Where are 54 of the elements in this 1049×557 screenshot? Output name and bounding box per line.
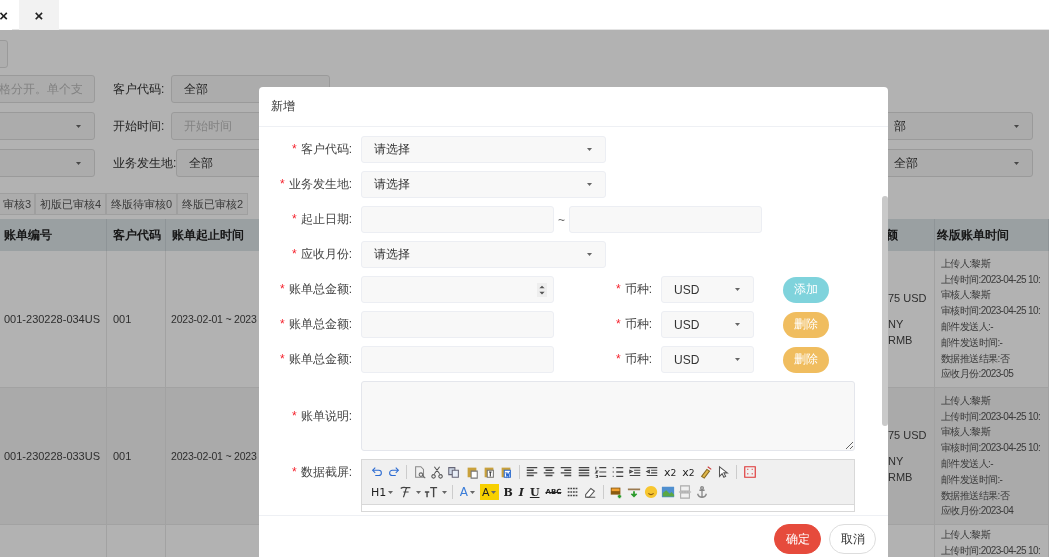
required-mark: * (292, 408, 297, 423)
required-mark: * (616, 352, 621, 366)
required-mark: * (280, 177, 285, 191)
field-label: 账单总金额: (288, 352, 352, 366)
field-label: 账单说明: (300, 408, 352, 423)
table-cell: 001-230228-034US (4, 313, 101, 325)
field-label: 账单总金额: (288, 317, 352, 331)
table-cell-text: 应收月份:2023-05 (941, 367, 1015, 382)
filter-label: 业务发生地: (113, 154, 177, 172)
table-cell: 001-230228-033US (4, 450, 101, 462)
field-label: 数据截屏: (300, 465, 352, 479)
table-cell-text: 邮件发送时间:- (941, 472, 1004, 487)
table-cell: 001 (113, 450, 132, 462)
table-cell-text: 数据推送结果:否 (941, 351, 1011, 366)
table-cell-text: 审核人:黎斯 (941, 425, 992, 440)
required-mark: * (616, 282, 621, 296)
field-label: 币种: (624, 352, 652, 366)
required-mark: * (280, 317, 285, 331)
table-cell-text: RMB (888, 333, 914, 348)
field-label: 业务发生地: (288, 177, 352, 191)
table-cell: 2023-02-01 ~ 2023 (171, 450, 257, 462)
table-cell-text: 审核人:黎斯 (941, 288, 992, 303)
table-cell-text: RMB (888, 470, 914, 485)
required-mark: * (280, 352, 285, 366)
required-mark: * (292, 142, 297, 156)
range-separator: ~ (557, 212, 566, 227)
table-cell-text: NY (888, 454, 905, 469)
table-cell-text: 上传时间:2023-04-25 10: (941, 543, 1041, 557)
table-cell-text: 上传时间:2023-04-25 10: (941, 409, 1041, 424)
filter-label: 客户代码: (113, 80, 166, 98)
table-cell-text: NY (888, 317, 905, 332)
table-cell-text: 75 USD (888, 428, 927, 443)
required-mark: * (292, 465, 297, 479)
table-cell-text: 75 USD (888, 291, 927, 306)
table-cell: 001 (113, 313, 132, 325)
table-cell-text: 上传人:黎斯 (941, 256, 992, 271)
table-cell-text: 邮件发送时间:- (941, 335, 1004, 350)
table-cell-text: 应收月份:2023-04 (941, 504, 1015, 519)
field-label: 币种: (624, 317, 652, 331)
table-cell-text: 邮件发送人:- (941, 457, 994, 471)
table-cell: 2023-02-01 ~ 2023 (171, 313, 257, 325)
table-cell-text: 邮件发送人:- (941, 320, 994, 334)
table-cell-text: 上传人:黎斯 (941, 528, 992, 542)
table-cell-text: 审核时间:2023-04-25 10: (941, 441, 1041, 456)
table-cell-text: 上传时间:2023-04-25 10: (941, 272, 1041, 287)
filter-label: 开始时间: (113, 117, 166, 135)
required-mark: * (280, 282, 285, 296)
table-cell-text: 审核时间:2023-04-25 10: (941, 304, 1041, 319)
table-cell-text: 上传人:黎斯 (941, 393, 992, 408)
field-label: 币种: (624, 282, 652, 296)
required-mark: * (616, 317, 621, 331)
field-label: 客户代码: (300, 142, 352, 156)
field-label: 账单总金额: (288, 282, 352, 296)
table-cell-text: 数据推送结果:否 (941, 488, 1011, 503)
